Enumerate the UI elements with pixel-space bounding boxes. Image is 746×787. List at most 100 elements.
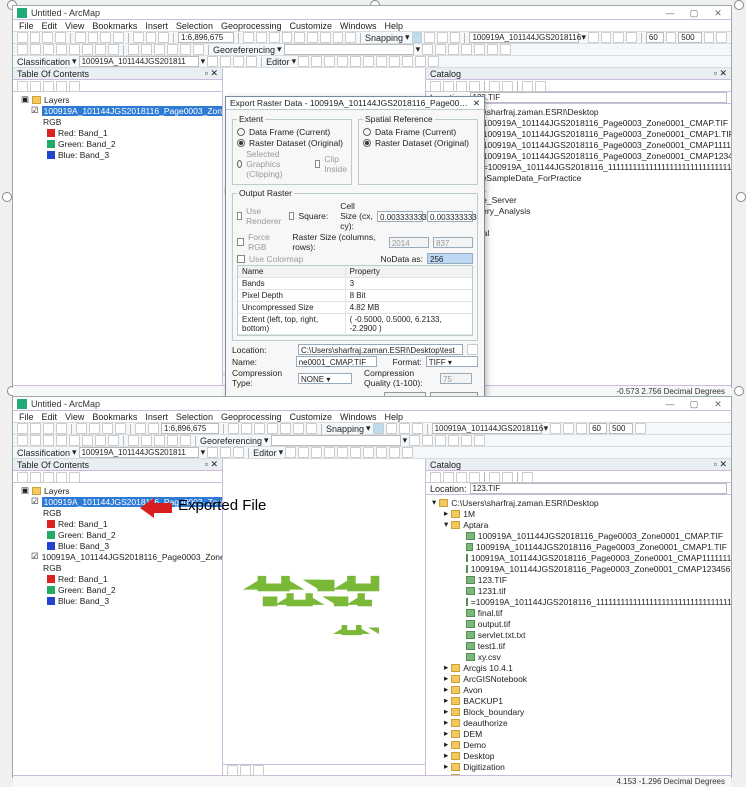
georef-layer[interactable]: [271, 435, 401, 446]
tb-q[interactable]: [306, 423, 317, 434]
close-button[interactable]: ✕: [709, 8, 727, 18]
menu-customize[interactable]: Customize: [290, 412, 333, 422]
georef-f[interactable]: [487, 44, 498, 55]
tool-b[interactable]: [256, 32, 267, 43]
t2-k[interactable]: [154, 435, 165, 446]
toc-lb-a[interactable]: [17, 472, 28, 483]
tb-c[interactable]: [43, 423, 54, 434]
layer-row-2[interactable]: ☑ 100919A_101144JGS2018116_Page0003_Zone…: [17, 551, 218, 562]
measure-button[interactable]: [180, 44, 191, 55]
ras-a[interactable]: [588, 32, 599, 43]
nodata-field[interactable]: 256: [427, 253, 473, 264]
cat-tool-f[interactable]: [502, 81, 513, 92]
tb-b[interactable]: [30, 423, 41, 434]
layoutview-button[interactable]: [240, 765, 251, 776]
next-extent[interactable]: [108, 44, 119, 55]
maximize-button[interactable]: ▢: [685, 399, 703, 409]
misc-a[interactable]: [635, 423, 646, 434]
tb-h[interactable]: [115, 423, 126, 434]
catalog-item[interactable]: ▸ deauthorize: [430, 717, 727, 728]
snap-opt-a[interactable]: [412, 32, 423, 43]
menu-edit[interactable]: Edit: [42, 21, 58, 31]
tool-a[interactable]: [243, 32, 254, 43]
undo-button[interactable]: [133, 32, 144, 43]
catalog-item[interactable]: ▸ BACKUP1: [430, 695, 727, 706]
square-check[interactable]: [289, 212, 294, 220]
pan-button[interactable]: [43, 44, 54, 55]
catalog-item[interactable]: final.tif: [430, 607, 727, 618]
g-a[interactable]: [409, 435, 420, 446]
edit-k[interactable]: [428, 56, 439, 67]
class-a[interactable]: [207, 56, 218, 67]
t2-f[interactable]: [82, 435, 93, 446]
snapping-label[interactable]: Snapping: [365, 33, 403, 43]
g-f[interactable]: [474, 435, 485, 446]
menu-windows[interactable]: Windows: [340, 21, 377, 31]
snap-opt-c[interactable]: [437, 32, 448, 43]
g-b[interactable]: [422, 435, 433, 446]
tb-f[interactable]: [89, 423, 100, 434]
name-input[interactable]: ne0001_CMAP.TIF: [296, 356, 377, 367]
menu-view[interactable]: View: [65, 21, 84, 31]
menu-windows[interactable]: Windows: [340, 412, 377, 422]
classification-combo[interactable]: 100919A_101144JGS201811: [79, 56, 199, 67]
copy-button[interactable]: [88, 32, 99, 43]
catalog-item[interactable]: ▸ Digitization: [430, 761, 727, 772]
save-button[interactable]: [42, 32, 53, 43]
catalog-item[interactable]: 123.TIF: [430, 574, 727, 585]
menu-bookmarks[interactable]: Bookmarks: [92, 412, 137, 422]
layer-combo[interactable]: 100919A_101144JGS2018116: [469, 32, 579, 43]
ctl-num[interactable]: 500: [678, 32, 701, 43]
t2-h[interactable]: [108, 435, 119, 446]
ras-b[interactable]: [601, 32, 612, 43]
tool-g[interactable]: [320, 32, 331, 43]
tb-o[interactable]: [280, 423, 291, 434]
e-a[interactable]: [285, 447, 296, 458]
toc-listby-d[interactable]: [56, 81, 67, 92]
tb-g[interactable]: [102, 423, 113, 434]
zoom-out-button[interactable]: [30, 44, 41, 55]
menu-help[interactable]: Help: [385, 21, 404, 31]
edit-j[interactable]: [415, 56, 426, 67]
spin-field[interactable]: 60: [589, 423, 607, 434]
goto-xy-button[interactable]: [193, 44, 204, 55]
cat-tool-e[interactable]: [489, 81, 500, 92]
misc-a[interactable]: [666, 32, 677, 43]
open-button[interactable]: [30, 32, 41, 43]
print-button[interactable]: [55, 32, 66, 43]
prev-extent[interactable]: [95, 44, 106, 55]
edit-c[interactable]: [324, 56, 335, 67]
georef-g[interactable]: [500, 44, 511, 55]
cat-tool-a[interactable]: [430, 81, 441, 92]
class-d[interactable]: [246, 56, 257, 67]
edit-i[interactable]: [402, 56, 413, 67]
catalog-item[interactable]: ▾ C:\Users\sharfraj.zaman.ESRI\Desktop: [430, 497, 727, 508]
cellx-field[interactable]: 0.003333333: [377, 211, 423, 222]
e-d[interactable]: [324, 447, 335, 458]
menu-insert[interactable]: Insert: [145, 21, 168, 31]
titlebar[interactable]: Untitled - ArcMap —▢✕: [13, 397, 731, 411]
ras-a[interactable]: [550, 423, 561, 434]
edit-a[interactable]: [298, 56, 309, 67]
snapping-label[interactable]: Snapping: [326, 424, 364, 434]
e-j[interactable]: [402, 447, 413, 458]
add-data-button[interactable]: [158, 32, 169, 43]
edit-f[interactable]: [363, 56, 374, 67]
editor-label[interactable]: Editor: [266, 57, 290, 67]
t2-i[interactable]: [128, 435, 139, 446]
e-h[interactable]: [376, 447, 387, 458]
catalog-item[interactable]: test1.tif: [430, 640, 727, 651]
catalog-item[interactable]: ▸ drone: [430, 772, 727, 775]
t2-a[interactable]: [17, 435, 28, 446]
catalog-item[interactable]: ▾ Aptara: [430, 519, 727, 530]
tool-h[interactable]: [333, 32, 344, 43]
snap-opt-b[interactable]: [424, 32, 435, 43]
georef-d[interactable]: [461, 44, 472, 55]
scale-field[interactable]: 1:6,896,675: [161, 423, 219, 434]
ras-b[interactable]: [563, 423, 574, 434]
snap-a[interactable]: [373, 423, 384, 434]
menu-customize[interactable]: Customize: [290, 21, 333, 31]
catalog-item[interactable]: ▸ 1M: [430, 508, 727, 519]
menu-view[interactable]: View: [65, 412, 84, 422]
clear-sel-button[interactable]: [141, 44, 152, 55]
